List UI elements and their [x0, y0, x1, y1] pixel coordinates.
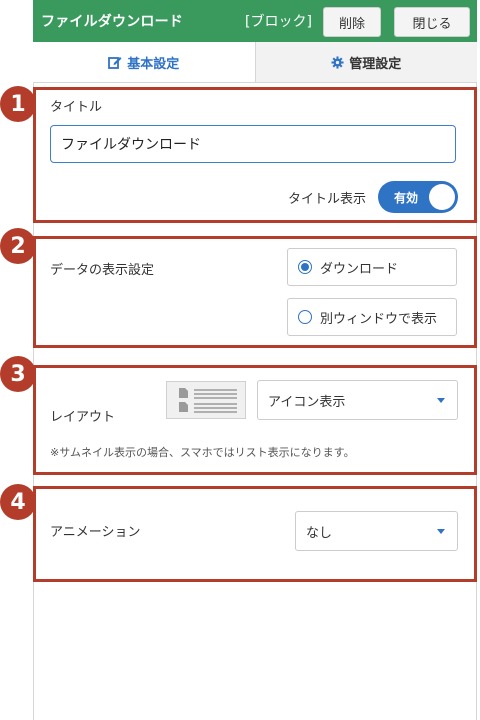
delete-button[interactable]: 削除	[323, 7, 381, 37]
edit-icon	[108, 55, 122, 69]
layout-preview-icon	[166, 381, 246, 419]
animation-select-value: なし	[306, 525, 333, 541]
radio-download-label: ダウンロード	[320, 261, 399, 277]
close-button[interactable]: 閉じる	[394, 7, 470, 37]
animation-label: アニメーション	[50, 525, 141, 540]
block-tag: [ブロック]	[245, 14, 312, 30]
tab-basic-settings-label: 基本設定	[127, 56, 180, 72]
title-display-label: タイトル表示	[288, 192, 367, 207]
tab-admin-settings[interactable]: 管理設定	[254, 42, 477, 82]
layout-note: ※サムネイル表示の場合、スマホではリスト表示になります。	[50, 446, 355, 459]
gear-icon	[331, 55, 344, 69]
radio-new-window[interactable]: 別ウィンドウで表示	[287, 298, 457, 336]
header-title: ファイルダウンロード	[41, 14, 183, 30]
layout-select[interactable]: アイコン表示	[257, 380, 458, 420]
marker-4: 4	[0, 484, 36, 520]
caret-down-icon	[437, 398, 445, 403]
tab-bar: 基本設定 管理設定	[33, 42, 477, 83]
tab-admin-settings-label: 管理設定	[349, 56, 402, 72]
tab-basic-settings[interactable]: 基本設定	[33, 42, 255, 82]
toggle-knob	[429, 184, 455, 210]
caret-down-icon	[437, 529, 445, 534]
radio-unselected-icon	[298, 310, 312, 324]
toggle-label: 有効	[394, 191, 419, 205]
title-label: タイトル	[50, 100, 103, 115]
layout-label: レイアウト	[50, 410, 116, 425]
radio-download[interactable]: ダウンロード	[287, 248, 457, 286]
marker-1: 1	[0, 86, 36, 122]
marker-3: 3	[0, 356, 36, 392]
header-bar: ファイルダウンロード [ブロック] 削除 閉じる	[33, 0, 477, 42]
radio-selected-icon	[298, 260, 312, 274]
title-input[interactable]: ファイルダウンロード	[50, 125, 456, 163]
animation-select[interactable]: なし	[295, 511, 458, 551]
layout-select-value: アイコン表示	[268, 394, 346, 410]
radio-new-window-label: 別ウィンドウで表示	[320, 311, 438, 327]
display-setting-label: データの表示設定	[50, 263, 155, 278]
marker-2: 2	[0, 228, 36, 264]
title-display-toggle[interactable]: 有効	[378, 181, 458, 213]
